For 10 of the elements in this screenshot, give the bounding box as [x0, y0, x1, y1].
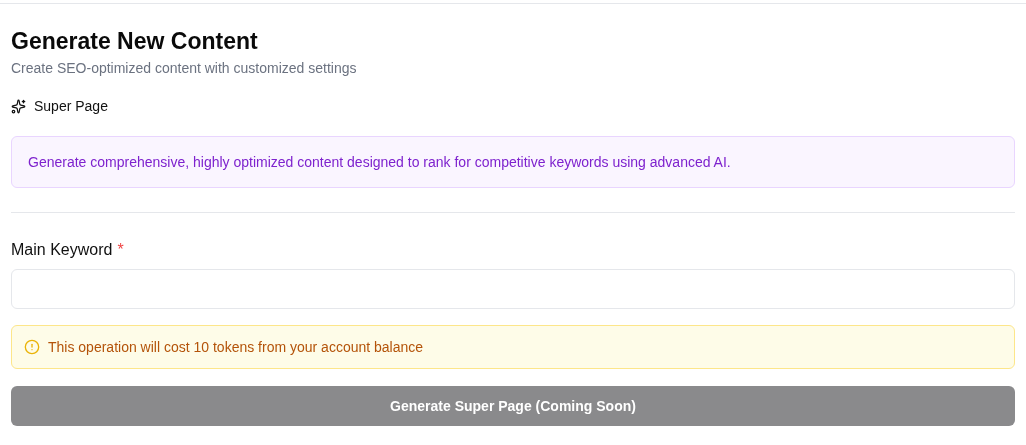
alert-icon: [24, 339, 40, 355]
sparkles-icon: [11, 98, 26, 114]
notice-text: This operation will cost 10 tokens from your account balance: [48, 339, 424, 355]
mode-label: Super Page: [34, 98, 108, 114]
field-label: Main Keyword: [11, 241, 113, 259]
required-mark: *: [117, 241, 124, 259]
page-title: Generate New Content: [11, 27, 259, 56]
page-subtitle: Create SEO-optimized content with customized settings: [11, 60, 358, 76]
keyword-input[interactable]: [11, 269, 1015, 309]
info-banner: Generate comprehensive, highly optimized content designed to rank for competitive keywords using advanced AI.: [11, 136, 1015, 188]
